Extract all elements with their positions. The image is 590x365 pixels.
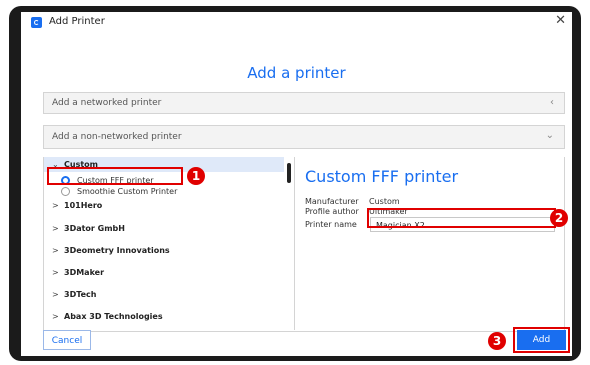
tree-category-abax[interactable]: > Abax 3D Technologies [52, 312, 163, 321]
window-title: Add Printer [49, 16, 105, 27]
profile-author-label: Profile author [305, 207, 359, 216]
annotation-badge-2: 2 [550, 209, 568, 227]
annotation-badge-3: 3 [488, 332, 506, 350]
category-label: 3DTech [64, 290, 97, 299]
category-label: 3DMaker [64, 268, 105, 277]
tree-category-3deometry[interactable]: >3Deometry Innovations [52, 246, 170, 255]
category-label: 3Deometry Innovations [64, 246, 170, 255]
option-label: Smoothie Custom Printer [77, 187, 178, 196]
add-printer-dialog: Add Printer ✕ Add a printer Add a networ… [21, 12, 572, 356]
chevron-right-icon: > [52, 224, 59, 233]
tree-category-3dtech[interactable]: >3DTech [52, 290, 96, 299]
dialog-heading: Add a printer [247, 64, 346, 82]
networked-printer-label: Add a networked printer [52, 98, 162, 108]
printer-details: Custom FFF printer Manufacturer Custom P… [295, 157, 564, 330]
chevron-down-icon: ⌄ [545, 130, 554, 141]
non-networked-printer-section[interactable]: Add a non-networked printer ⌄ [43, 125, 565, 149]
cura-app-icon [31, 17, 42, 28]
printer-name-label: Printer name [305, 220, 357, 229]
annotation-badge-1: 1 [187, 167, 205, 185]
category-label: Abax 3D Technologies [64, 312, 163, 321]
manufacturer-value: Custom [369, 197, 400, 206]
tree-category-3dator[interactable]: >3Dator GmbH [52, 224, 125, 233]
chevron-right-icon: > [52, 290, 59, 299]
title-bar: Add Printer ✕ [21, 12, 572, 34]
chevron-right-icon: > [52, 268, 59, 277]
radio-unselected-icon[interactable] [61, 187, 70, 196]
chevron-right-icon: > [52, 201, 59, 210]
category-label: 3Dator GmbH [64, 224, 125, 233]
category-label: 101Hero [64, 201, 103, 210]
manufacturer-label: Manufacturer [305, 197, 359, 206]
tree-category-3dmaker[interactable]: >3DMaker [52, 268, 104, 277]
networked-printer-section[interactable]: Add a networked printer ‹ [43, 92, 565, 114]
non-networked-printer-label: Add a non-networked printer [52, 132, 182, 142]
chevron-left-icon: ‹ [550, 97, 554, 108]
chevron-right-icon: > [52, 246, 59, 255]
tree-category-101hero[interactable]: >101Hero [52, 201, 102, 210]
printer-option-smoothie[interactable]: Smoothie Custom Printer [61, 187, 177, 196]
annotation-box-1 [47, 167, 183, 185]
annotation-box-3 [513, 327, 570, 353]
profile-author-row: Profile author Ultimaker [305, 207, 408, 216]
cancel-button[interactable]: Cancel [43, 330, 91, 350]
annotation-box-2 [367, 208, 556, 228]
chevron-right-icon: > [52, 312, 59, 321]
manufacturer-row: Manufacturer Custom [305, 197, 400, 206]
list-scrollbar[interactable] [287, 163, 291, 183]
close-icon[interactable]: ✕ [555, 13, 566, 28]
printer-details-title: Custom FFF printer [305, 167, 459, 186]
